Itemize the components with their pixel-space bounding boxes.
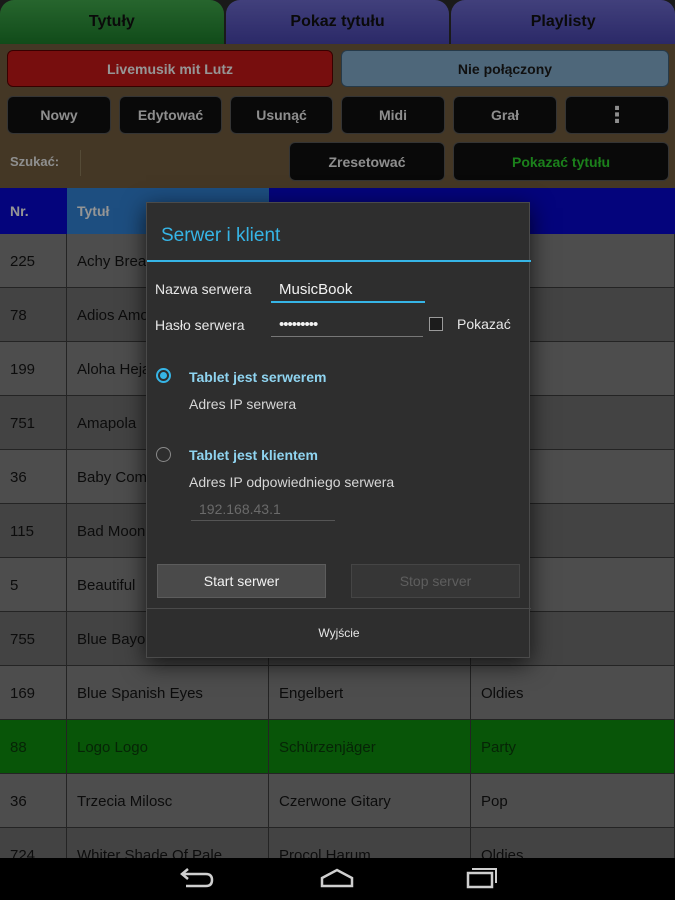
server-client-dialog: Serwer i klient Nazwa serwera MusicBook …: [146, 202, 531, 658]
password-label: Hasło serwera: [155, 317, 245, 333]
option-client-subtitle: Adres IP odpowiedniego serwera: [189, 474, 395, 490]
back-icon[interactable]: [172, 864, 218, 894]
option-server-subtitle: Adres IP serwera: [189, 396, 297, 412]
server-name-input[interactable]: MusicBook: [271, 275, 425, 303]
dialog-title: Serwer i klient: [161, 225, 281, 246]
option-server-title[interactable]: Tablet jest serwerem: [189, 369, 326, 385]
recent-apps-icon[interactable]: [456, 864, 502, 894]
password-input[interactable]: •••••••••: [271, 309, 423, 337]
client-ip-input[interactable]: 192.168.43.1: [191, 497, 335, 521]
option-client-title[interactable]: Tablet jest klientem: [189, 447, 318, 463]
dialog-button-divider: [147, 608, 531, 609]
home-icon[interactable]: [314, 864, 360, 894]
server-name-label: Nazwa serwera: [155, 281, 252, 297]
radio-tablet-client[interactable]: [156, 447, 171, 462]
system-navigation-bar: [0, 858, 675, 900]
title-divider: [147, 260, 531, 262]
show-password-checkbox[interactable]: [429, 317, 443, 331]
start-server-button[interactable]: Start serwer: [157, 564, 326, 598]
exit-button[interactable]: Wyjście: [147, 613, 531, 653]
radio-tablet-server[interactable]: [156, 368, 171, 383]
show-password-label: Pokazać: [457, 316, 511, 332]
stop-server-button[interactable]: Stop server: [351, 564, 520, 598]
